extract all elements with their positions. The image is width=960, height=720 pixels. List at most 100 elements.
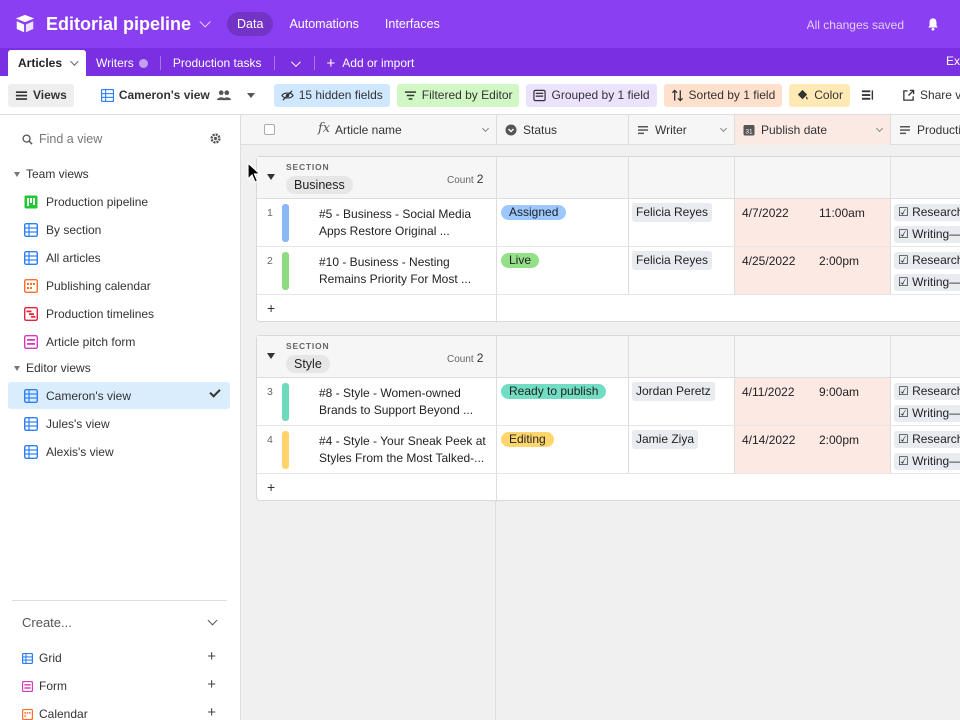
- create-form-view[interactable]: Form +: [22, 676, 218, 694]
- production-task-chip[interactable]: ☑ Research—: [894, 252, 960, 269]
- publish-date-cell[interactable]: 4/14/2022: [742, 433, 795, 447]
- sidebar-item-production-timelines[interactable]: Production timelines: [8, 300, 230, 327]
- production-task-chip[interactable]: ☑ Writing—A: [894, 453, 960, 470]
- collapse-triangle-icon[interactable]: [267, 174, 275, 180]
- add-record-row[interactable]: +: [257, 475, 960, 501]
- group-header[interactable]: SECTION Business Count 2: [257, 157, 960, 199]
- production-task-chip[interactable]: ☑ Writing—A: [894, 405, 960, 422]
- find-view-input[interactable]: Find a view: [22, 130, 222, 148]
- plus-icon[interactable]: +: [207, 648, 216, 665]
- chevron-down-icon[interactable]: [70, 57, 79, 66]
- production-task-chip[interactable]: ☑ Writing—A: [894, 226, 960, 243]
- views-toggle-button[interactable]: Views: [8, 83, 74, 107]
- sidebar-item-production-pipeline[interactable]: Production pipeline: [8, 188, 230, 215]
- chevron-down-icon[interactable]: [719, 124, 728, 133]
- collapse-triangle-icon[interactable]: [267, 353, 275, 359]
- writer-chip[interactable]: Felicia Reyes: [632, 251, 713, 270]
- article-name-cell[interactable]: #4 - Style - Your Sneak Peek at Styles F…: [319, 433, 489, 467]
- article-name-cell[interactable]: #8 - Style - Women-owned Brands to Suppo…: [319, 385, 489, 419]
- table-row[interactable]: 2 #10 - Business - Nesting Remains Prior…: [257, 247, 960, 295]
- chevron-down-icon[interactable]: [875, 124, 884, 133]
- paint-bucket-icon: [798, 89, 808, 100]
- tab-writers[interactable]: Writers: [86, 50, 158, 76]
- create-calendar-view[interactable]: Calendar +: [22, 704, 218, 720]
- column-header-publish-date[interactable]: 31 Publish date: [735, 115, 891, 145]
- sidebar-item-alexis-view[interactable]: Alexis's view: [8, 438, 230, 465]
- column-divider: [495, 501, 496, 720]
- production-task-chip[interactable]: ☑ Research—: [894, 383, 960, 400]
- sidebar-item-by-section[interactable]: By section: [8, 216, 230, 243]
- publish-date-cell[interactable]: 4/7/2022: [742, 206, 789, 220]
- writer-chip[interactable]: Felicia Reyes: [632, 203, 713, 222]
- group-button[interactable]: Grouped by 1 field: [526, 83, 657, 107]
- color-button[interactable]: Color: [789, 83, 850, 107]
- gear-icon[interactable]: [209, 132, 222, 145]
- editor-views-header[interactable]: Editor views: [14, 361, 91, 375]
- plus-icon: +: [326, 54, 336, 72]
- plus-icon[interactable]: +: [267, 300, 275, 316]
- current-view-button[interactable]: Cameron's view: [94, 84, 262, 107]
- table-row[interactable]: 3 #8 - Style - Women-owned Brands to Sup…: [257, 378, 960, 426]
- row-height-icon: [861, 89, 874, 100]
- plus-icon[interactable]: +: [207, 676, 216, 693]
- production-task-chip[interactable]: ☑ Research—: [894, 204, 960, 221]
- sidebar-item-all-articles[interactable]: All articles: [8, 244, 230, 271]
- team-views-header[interactable]: Team views: [14, 167, 89, 181]
- more-tables-button[interactable]: [277, 50, 312, 76]
- chevron-down-icon[interactable]: [481, 124, 490, 133]
- production-task-chip[interactable]: ☑ Research—: [894, 431, 960, 448]
- status-badge[interactable]: Assigned: [501, 205, 567, 220]
- create-view-toggle[interactable]: Create...: [22, 615, 218, 630]
- base-menu-chevron-down-icon[interactable]: [199, 16, 211, 28]
- writer-chip[interactable]: Jordan Peretz: [632, 382, 715, 401]
- publish-time-cell[interactable]: 11:00am: [819, 206, 865, 220]
- article-name-cell[interactable]: #10 - Business - Nesting Remains Priorit…: [319, 254, 489, 288]
- add-or-import-button[interactable]: + Add or import: [317, 50, 425, 76]
- select-all-checkbox[interactable]: [264, 124, 275, 135]
- tab-articles[interactable]: Articles: [8, 50, 87, 76]
- grid-view-icon: [100, 88, 114, 102]
- sidebar-item-article-pitch-form[interactable]: Article pitch form: [8, 328, 230, 355]
- table-row[interactable]: 1 #5 - Business - Social Media Apps Rest…: [257, 199, 960, 247]
- column-header-article-name[interactable]: fx Article name: [241, 115, 497, 145]
- publish-time-cell[interactable]: 2:00pm: [819, 254, 859, 268]
- publish-date-cell[interactable]: 4/11/2022: [742, 385, 795, 399]
- nav-interfaces[interactable]: Interfaces: [375, 12, 450, 36]
- table-row[interactable]: 4 #4 - Style - Your Sneak Peek at Styles…: [257, 426, 960, 474]
- base-logo-icon[interactable]: [14, 13, 36, 35]
- hidden-fields-button[interactable]: 15 hidden fields: [273, 83, 390, 107]
- base-title[interactable]: Editorial pipeline: [46, 14, 191, 35]
- column-header-status[interactable]: Status: [497, 115, 629, 145]
- publish-date-cell[interactable]: 4/25/2022: [742, 254, 795, 268]
- status-badge[interactable]: Ready to publish: [501, 384, 607, 399]
- sort-icon: [671, 88, 683, 102]
- nav-data[interactable]: Data: [227, 12, 274, 36]
- sidebar-item-camerons-view[interactable]: Cameron's view: [8, 382, 230, 409]
- row-height-button[interactable]: [857, 84, 878, 107]
- sidebar-item-publishing-calendar[interactable]: Publishing calendar: [8, 272, 230, 299]
- column-header-production[interactable]: Productio: [891, 115, 960, 145]
- publish-time-cell[interactable]: 9:00am: [819, 385, 859, 399]
- share-view-button[interactable]: Share view: [895, 84, 960, 107]
- extensions-button[interactable]: Ex: [946, 54, 960, 68]
- production-task-chip[interactable]: ☑ Writing—A: [894, 274, 960, 291]
- writer-chip[interactable]: Jamie Ziya: [632, 430, 699, 449]
- publish-time-cell[interactable]: 2:00pm: [819, 433, 859, 447]
- bell-icon[interactable]: [926, 17, 940, 31]
- group-header[interactable]: SECTION Style Count 2: [257, 336, 960, 378]
- create-grid-view[interactable]: Grid +: [22, 648, 218, 666]
- status-badge[interactable]: Live: [501, 253, 540, 268]
- hamburger-icon: [15, 90, 28, 100]
- status-badge[interactable]: Editing: [501, 432, 554, 447]
- nav-automations[interactable]: Automations: [279, 12, 368, 36]
- tab-production-tasks[interactable]: Production tasks: [163, 50, 272, 76]
- column-header-writer[interactable]: Writer: [629, 115, 735, 145]
- plus-icon[interactable]: +: [207, 704, 216, 720]
- sidebar-item-jules-view[interactable]: Jules's view: [8, 410, 230, 437]
- article-name-cell[interactable]: #5 - Business - Social Media Apps Restor…: [319, 206, 489, 240]
- filter-button[interactable]: Filtered by Editor: [396, 83, 520, 107]
- add-record-row[interactable]: +: [257, 296, 960, 322]
- plus-icon[interactable]: +: [267, 479, 275, 495]
- sort-button[interactable]: Sorted by 1 field: [663, 83, 783, 107]
- current-view-label: Cameron's view: [118, 88, 210, 102]
